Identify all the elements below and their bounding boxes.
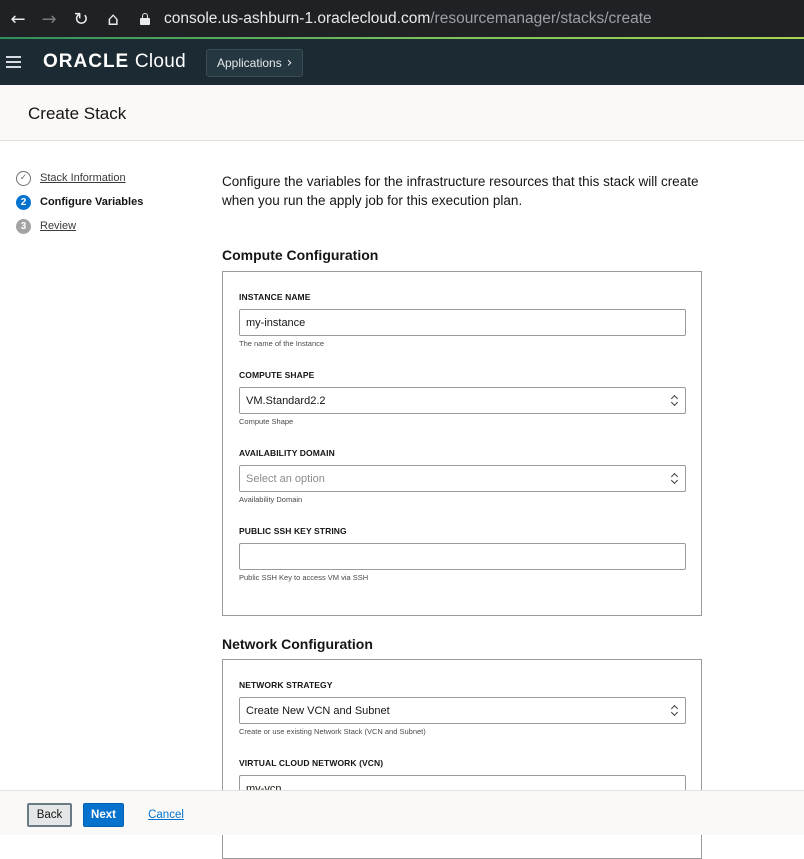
select-arrows-icon: [670, 472, 679, 486]
page-title-bar: Create Stack: [0, 85, 804, 141]
step-label[interactable]: Review: [40, 220, 76, 232]
back-arrow-icon[interactable]: ←: [2, 0, 34, 38]
ssh-key-label: PUBLIC SSH KEY STRING: [239, 526, 347, 536]
network-strategy-value: Create New VCN and Subnet: [246, 704, 390, 717]
step-stack-information[interactable]: ✓ Stack Information: [16, 166, 143, 190]
vcn-label: VIRTUAL CLOUD NETWORK (VCN): [239, 758, 384, 768]
compute-section-title: Compute Configuration: [222, 247, 379, 263]
network-strategy-select[interactable]: Create New VCN and Subnet: [239, 697, 686, 724]
page-title: Create Stack: [28, 104, 127, 123]
availability-domain-label: AVAILABILITY DOMAIN: [239, 448, 335, 458]
logo-product: Cloud: [134, 51, 186, 72]
chevron-right-icon: ›: [286, 55, 293, 71]
instance-name-label: INSTANCE NAME: [239, 292, 311, 302]
select-arrows-icon: [670, 394, 679, 408]
wizard-steps: ✓ Stack Information 2 Configure Variable…: [16, 166, 143, 238]
compute-shape-label: COMPUTE SHAPE: [239, 370, 315, 380]
browser-toolbar: ← → ↻ ⌂ console.us-ashburn-1.oraclecloud…: [0, 0, 804, 38]
network-section-title: Network Configuration: [222, 636, 373, 652]
compute-config-panel: INSTANCE NAME my-instance The name of th…: [222, 271, 702, 616]
cancel-link[interactable]: Cancel: [146, 803, 186, 827]
check-icon: ✓: [16, 170, 31, 186]
home-icon[interactable]: ⌂: [97, 0, 129, 38]
compute-shape-value: VM.Standard2.2: [246, 394, 326, 407]
hamburger-menu-icon[interactable]: [6, 56, 21, 68]
availability-domain-select[interactable]: Select an option: [239, 465, 686, 492]
back-button[interactable]: Back: [27, 803, 72, 827]
ssh-key-input[interactable]: [239, 543, 686, 570]
applications-label: Applications: [217, 56, 282, 70]
instance-name-input[interactable]: my-instance: [239, 309, 686, 336]
oracle-cloud-logo[interactable]: ORACLE Cloud: [43, 51, 186, 73]
step-label: Configure Variables: [40, 196, 144, 208]
instance-name-help: The name of the Instance: [239, 339, 325, 348]
url-host: console.us-ashburn-1.oraclecloud.com: [164, 10, 431, 27]
wizard-footer: Back Next Cancel: [0, 790, 804, 835]
network-strategy-label: NETWORK STRATEGY: [239, 680, 333, 690]
forward-arrow-icon[interactable]: →: [33, 0, 65, 38]
applications-button[interactable]: Applications ›: [206, 49, 304, 77]
step-configure-variables: 2 Configure Variables: [16, 190, 143, 214]
step-label[interactable]: Stack Information: [40, 172, 126, 184]
compute-shape-select[interactable]: VM.Standard2.2: [239, 387, 686, 414]
select-arrows-icon: [670, 704, 679, 718]
url-path: /resourcemanager/stacks/create: [430, 10, 652, 27]
ssh-key-help: Public SSH Key to access VM via SSH: [239, 573, 369, 582]
address-bar[interactable]: console.us-ashburn-1.oraclecloud.com/res…: [140, 0, 652, 38]
logo-brand: ORACLE: [43, 51, 130, 72]
network-strategy-help: Create or use existing Network Stack (VC…: [239, 727, 426, 736]
intro-text: Configure the variables for the infrastr…: [222, 174, 699, 208]
compute-shape-help: Compute Shape: [239, 417, 294, 426]
step-number-badge: 3: [16, 218, 31, 234]
console-header: ORACLE Cloud Applications ›: [0, 39, 804, 85]
reload-icon[interactable]: ↻: [65, 0, 97, 38]
availability-domain-help: Availability Domain: [239, 495, 303, 504]
step-review[interactable]: 3 Review: [16, 214, 143, 238]
lock-icon: [140, 13, 150, 25]
next-button[interactable]: Next: [83, 803, 124, 827]
step-number-badge: 2: [16, 194, 31, 210]
availability-domain-placeholder: Select an option: [246, 472, 325, 485]
